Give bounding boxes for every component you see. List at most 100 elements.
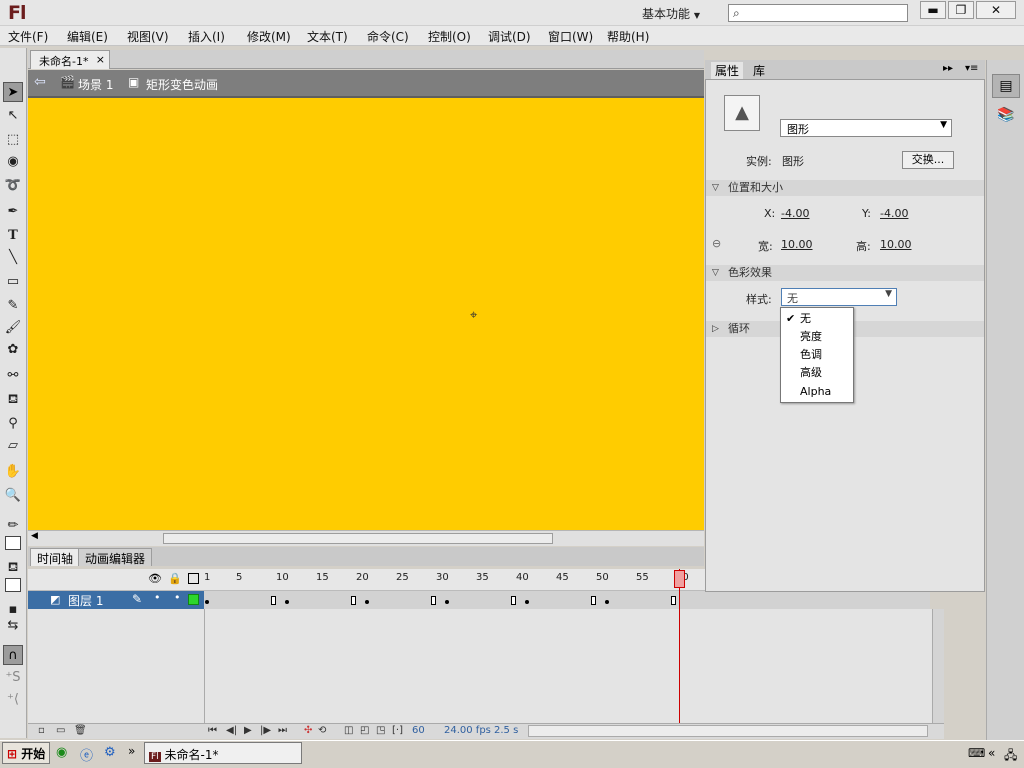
selection-tool-icon[interactable]: ➤ xyxy=(3,82,23,102)
current-frame[interactable]: 60 xyxy=(412,725,425,736)
symbol-type-select[interactable]: 图形 ▼ xyxy=(780,119,952,137)
settings-icon[interactable]: ⚙ xyxy=(104,745,116,760)
lock-icon[interactable]: 🔒 xyxy=(168,572,182,585)
timeline-vertical-scrollbar[interactable] xyxy=(932,609,944,723)
stroke-color-icon[interactable]: ✏ xyxy=(3,516,23,536)
ie-icon[interactable]: ⓔ xyxy=(80,745,93,764)
style-option-brightness[interactable]: 亮度 xyxy=(781,328,853,346)
center-frame-icon[interactable]: ✣ xyxy=(304,725,312,736)
keyframe-dot[interactable] xyxy=(605,600,609,604)
menu-debug[interactable]: 调试(D) xyxy=(488,28,531,45)
menu-text[interactable]: 文本(T) xyxy=(307,28,348,45)
text-tool-icon[interactable]: T xyxy=(3,226,23,246)
prev-frame-icon[interactable]: ◀| xyxy=(226,725,237,736)
tab-motion-editor[interactable]: 动画编辑器 xyxy=(78,548,153,566)
play-icon[interactable]: ▶ xyxy=(244,725,252,736)
stage[interactable] xyxy=(28,98,704,530)
fill-color-icon[interactable]: ⛾ xyxy=(3,558,23,578)
tab-properties[interactable]: 属性 xyxy=(711,62,744,79)
eyedropper-tool-icon[interactable]: ⚲ xyxy=(3,414,23,434)
position-size-section[interactable]: ▽ 位置和大小 xyxy=(706,180,984,196)
stroke-color-swatch[interactable] xyxy=(5,536,21,550)
layer-row[interactable]: ◩ 图层 1 ✎ • • xyxy=(28,591,204,609)
timeline-horizontal-scrollbar[interactable] xyxy=(528,725,928,737)
hand-tool-icon[interactable]: ✋ xyxy=(3,462,23,482)
more-apps-icon[interactable]: » xyxy=(128,744,135,758)
network-icon[interactable]: 🖧 xyxy=(1004,746,1017,767)
menu-view[interactable]: 视图(V) xyxy=(127,28,169,45)
outline-color-swatch[interactable] xyxy=(188,594,199,605)
keyframe-end-marker[interactable] xyxy=(351,596,356,605)
modify-markers-icon[interactable]: [·] xyxy=(392,725,403,736)
width-value[interactable]: 10.00 xyxy=(781,238,813,251)
breadcrumb-scene[interactable]: 场景 1 xyxy=(78,76,113,93)
style-option-tint[interactable]: 色调 xyxy=(781,346,853,364)
keyboard-icon[interactable]: ⌨ xyxy=(968,746,985,760)
maximize-button[interactable]: ❐ xyxy=(948,1,974,19)
keyframe-dot[interactable] xyxy=(365,600,369,604)
loop-icon[interactable]: ⟲ xyxy=(318,725,326,736)
menu-window[interactable]: 窗口(W) xyxy=(548,28,593,45)
start-button[interactable]: ⊞ 开始 xyxy=(2,742,50,764)
onion-outline-icon[interactable]: ◰ xyxy=(360,725,369,736)
keyframe-end-marker[interactable] xyxy=(591,596,596,605)
breadcrumb-symbol[interactable]: 矩形变色动画 xyxy=(146,76,218,93)
panel-menu-icon[interactable]: ▾≡ xyxy=(965,63,978,74)
lock-dot[interactable]: • xyxy=(174,591,181,604)
visibility-dot[interactable]: • xyxy=(154,591,161,604)
free-transform-tool-icon[interactable]: ⬚ xyxy=(3,130,23,150)
playhead[interactable] xyxy=(679,569,680,723)
fill-color-swatch[interactable] xyxy=(5,578,21,592)
minimize-button[interactable]: ▬ xyxy=(920,1,946,19)
frame-rate[interactable]: 24.00 fps xyxy=(444,725,491,736)
media-player-icon[interactable]: ◉ xyxy=(56,745,67,760)
outline-icon[interactable] xyxy=(188,573,199,584)
stage-horizontal-scrollbar[interactable]: ◀ xyxy=(28,530,704,546)
keyframe-end-marker[interactable] xyxy=(431,596,436,605)
keyframe-dot[interactable] xyxy=(285,600,289,604)
deco-tool-icon[interactable]: ✿ xyxy=(3,340,23,360)
onion-skin-icon[interactable]: ◫ xyxy=(344,725,353,736)
tray-expand-icon[interactable]: « xyxy=(988,746,995,760)
brush-tool-icon[interactable]: 🖌 xyxy=(3,318,23,338)
close-button[interactable]: ✕ xyxy=(976,1,1016,19)
lock-ratio-icon[interactable]: ⊖ xyxy=(712,237,721,250)
search-input[interactable]: ⌕ xyxy=(728,4,908,22)
keyframe-end-marker[interactable] xyxy=(271,596,276,605)
lasso-tool-icon[interactable]: ➰ xyxy=(3,176,23,196)
menu-modify[interactable]: 修改(M) xyxy=(247,28,291,45)
scroll-left-icon[interactable]: ◀ xyxy=(31,531,38,541)
style-option-advanced[interactable]: 高级 xyxy=(781,364,853,382)
document-tab[interactable]: 未命名-1* × xyxy=(30,50,110,69)
pencil-tool-icon[interactable]: ✎ xyxy=(3,296,23,316)
menu-insert[interactable]: 插入(I) xyxy=(188,28,225,45)
tab-library[interactable]: 库 xyxy=(749,62,769,79)
3d-rotation-tool-icon[interactable]: ◉ xyxy=(3,152,23,172)
menu-edit[interactable]: 编辑(E) xyxy=(67,28,108,45)
paint-bucket-tool-icon[interactable]: ⛾ xyxy=(3,390,23,410)
layer-frames[interactable] xyxy=(204,591,930,609)
y-value[interactable]: -4.00 xyxy=(880,207,908,220)
x-value[interactable]: -4.00 xyxy=(781,207,809,220)
snap-to-objects-icon[interactable]: ∩ xyxy=(3,645,23,665)
menu-commands[interactable]: 命令(C) xyxy=(367,28,409,45)
keyframe-dot[interactable] xyxy=(445,600,449,604)
new-folder-icon[interactable]: ▭ xyxy=(56,725,65,736)
zoom-tool-icon[interactable]: 🔍 xyxy=(3,486,23,506)
library-panel-icon[interactable]: 📚 xyxy=(992,104,1020,128)
eraser-tool-icon[interactable]: ▱ xyxy=(3,436,23,456)
close-tab-icon[interactable]: × xyxy=(96,53,105,66)
style-option-none[interactable]: ✔ 无 xyxy=(781,310,853,328)
smooth-icon[interactable]: ⁺S xyxy=(3,668,23,688)
height-value[interactable]: 10.00 xyxy=(880,238,912,251)
taskbar-item[interactable]: Fl 未命名-1* xyxy=(144,742,302,764)
keyframe-end-marker[interactable] xyxy=(511,596,516,605)
next-frame-icon[interactable]: |▶ xyxy=(260,725,271,736)
delete-layer-icon[interactable]: 🗑 xyxy=(74,725,87,736)
pen-tool-icon[interactable]: ✒ xyxy=(3,202,23,222)
style-select[interactable]: 无 ▼ xyxy=(781,288,897,306)
style-option-alpha[interactable]: Alpha xyxy=(781,383,853,401)
subselection-tool-icon[interactable]: ↖ xyxy=(3,106,23,126)
back-arrow-icon[interactable]: ⇦ xyxy=(34,74,46,90)
swap-colors-icon[interactable]: ⇆ xyxy=(3,616,23,636)
